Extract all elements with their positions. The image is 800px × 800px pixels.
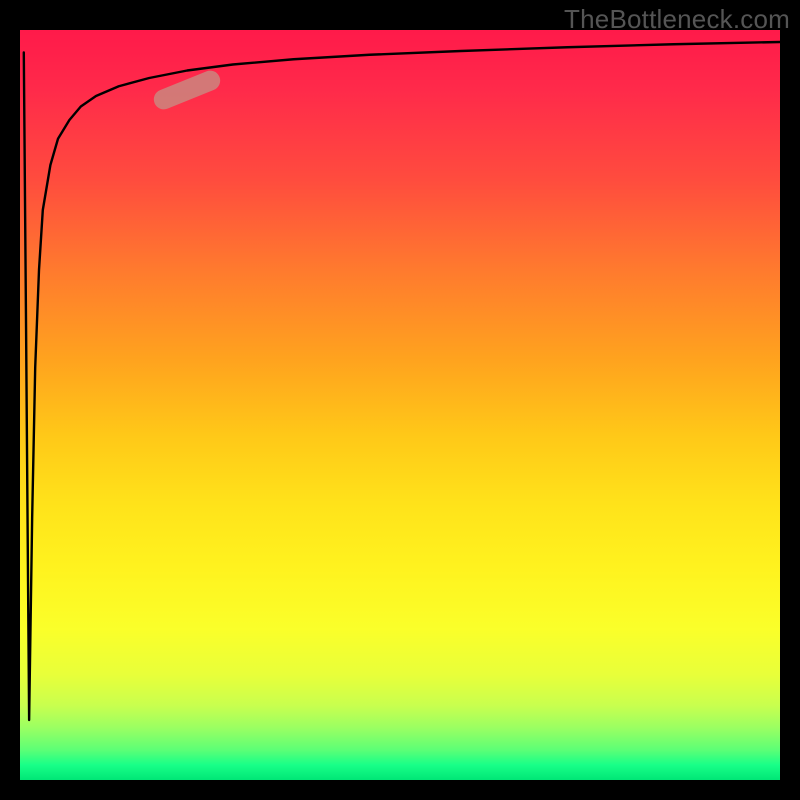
chart-frame: TheBottleneck.com xyxy=(0,0,800,800)
watermark-text: TheBottleneck.com xyxy=(564,4,790,35)
plot-gradient-background xyxy=(20,30,780,780)
